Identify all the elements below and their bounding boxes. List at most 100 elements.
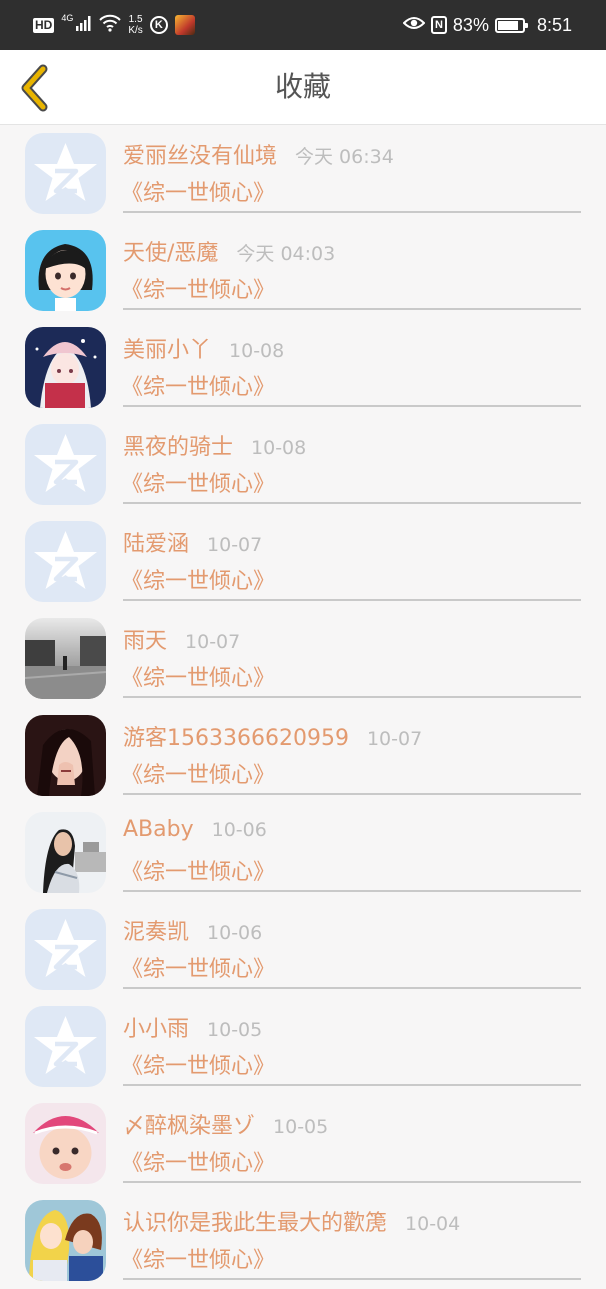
dark-portrait-avatar[interactable] — [25, 715, 106, 796]
user-name-text: 认识你是我此生最大的歡箎 — [123, 1211, 388, 1236]
user-name-text: 黑夜的骑士 — [123, 435, 234, 460]
speed-value: 1.5 — [128, 14, 143, 25]
divider — [123, 502, 581, 504]
default-star-avatar[interactable] — [25, 1006, 106, 1087]
user-name-text: 小小雨 — [123, 1017, 190, 1042]
book-title[interactable]: 《综一世倾心》 — [121, 1048, 275, 1080]
default-star-avatar[interactable] — [25, 909, 106, 990]
list-item[interactable]: 雨天 10-07 《综一世倾心》 — [0, 610, 606, 707]
user-name[interactable]: 爱丽丝没有仙境 今天 06:34 — [123, 138, 394, 170]
timestamp: 10-06 — [211, 819, 267, 841]
list-item[interactable]: 黑夜的骑士 10-08 《综一世倾心》 — [0, 416, 606, 513]
list-item[interactable]: 游客1563366620959 10-07 《综一世倾心》 — [0, 707, 606, 804]
list-item[interactable]: 爱丽丝没有仙境 今天 06:34 《综一世倾心》 — [0, 125, 606, 222]
network-label: 4G — [61, 13, 74, 23]
baby-photo-avatar[interactable] — [25, 1103, 106, 1184]
user-name[interactable]: 游客1563366620959 10-07 — [123, 720, 422, 752]
cartoon-girl-avatar[interactable] — [25, 230, 106, 311]
default-star-avatar[interactable] — [25, 521, 106, 602]
user-name-text: ABaby — [123, 817, 194, 842]
default-star-avatar[interactable] — [25, 424, 106, 505]
timestamp: 10-08 — [229, 340, 285, 362]
user-name[interactable]: 〆醉枫染墨ゾ 10-05 — [123, 1108, 328, 1140]
eye-icon — [402, 15, 426, 36]
user-name[interactable]: 美丽小丫 10-08 — [123, 332, 284, 364]
k-app-icon: K — [149, 16, 168, 34]
timestamp: 10-07 — [185, 631, 241, 653]
list-item[interactable]: 美丽小丫 10-08 《综一世倾心》 — [0, 319, 606, 416]
timestamp: 10-07 — [207, 534, 263, 556]
timestamp: 10-07 — [366, 728, 423, 750]
user-name-text: 泥奏凯 — [123, 920, 190, 945]
divider — [123, 793, 581, 795]
book-title[interactable]: 《综一世倾心》 — [121, 272, 275, 304]
book-title[interactable]: 《综一世倾心》 — [121, 175, 275, 207]
favorites-list: 爱丽丝没有仙境 今天 06:34 《综一世倾心》 天使/恶魔 今天 04:03 《综一世倾… — [0, 125, 606, 1289]
list-item[interactable]: 泥奏凯 10-06 《综一世倾心》 — [0, 901, 606, 998]
nfc-icon: N — [430, 16, 447, 34]
divider — [123, 1084, 581, 1086]
book-title[interactable]: 《综一世倾心》 — [121, 1145, 275, 1177]
user-name-text: 美丽小丫 — [123, 338, 212, 363]
book-title[interactable]: 《综一世倾心》 — [121, 369, 275, 401]
divider — [123, 308, 581, 310]
anime-couple-avatar[interactable] — [25, 1200, 106, 1281]
book-title[interactable]: 《综一世倾心》 — [121, 757, 275, 789]
page-title: 收藏 — [274, 70, 331, 103]
user-name[interactable]: 黑夜的骑士 10-08 — [123, 429, 306, 461]
timestamp: 10-08 — [251, 437, 307, 459]
timestamp: 今天 04:03 — [236, 243, 336, 265]
user-name[interactable]: 天使/恶魔 今天 04:03 — [123, 235, 335, 267]
speed-unit: K/s — [128, 25, 143, 36]
book-title[interactable]: 《综一世倾心》 — [121, 951, 275, 983]
timestamp: 10-05 — [207, 1019, 263, 1041]
user-name[interactable]: 泥奏凯 10-06 — [123, 914, 262, 946]
user-name-text: 〆醉枫染墨ゾ — [123, 1114, 256, 1139]
status-left: HD 4G 1.5 K/s K — [33, 10, 195, 40]
list-item[interactable]: ABaby 10-06 《综一世倾心》 — [0, 804, 606, 901]
user-name-text: 爱丽丝没有仙境 — [123, 144, 278, 169]
list-item[interactable]: 认识你是我此生最大的歡箎 10-04 《综一世倾心》 — [0, 1192, 606, 1289]
timestamp: 10-05 — [273, 1116, 329, 1138]
book-title[interactable]: 《综一世倾心》 — [121, 563, 275, 595]
wifi-icon — [99, 14, 122, 37]
user-name-text: 天使/恶魔 — [123, 241, 219, 266]
divider — [123, 211, 581, 213]
timestamp: 10-06 — [207, 922, 263, 944]
battery-icon — [494, 17, 528, 33]
user-name[interactable]: 认识你是我此生最大的歡箎 10-04 — [123, 1205, 460, 1237]
user-name-text: 游客1563366620959 — [123, 726, 349, 751]
divider — [123, 405, 581, 407]
battery-percent: 83% — [452, 14, 489, 35]
rainy-street-avatar[interactable] — [25, 618, 106, 699]
divider — [123, 1181, 581, 1183]
timestamp: 10-04 — [405, 1213, 461, 1235]
divider — [123, 696, 581, 698]
list-item[interactable]: 小小雨 10-05 《综一世倾心》 — [0, 998, 606, 1095]
status-right: N 83% 8:51 — [402, 10, 572, 40]
user-name[interactable]: 雨天 10-07 — [123, 623, 240, 655]
book-title[interactable]: 《综一世倾心》 — [121, 1242, 275, 1274]
anime-girl-avatar[interactable] — [25, 327, 106, 408]
status-bar: HD 4G 1.5 K/s K N 83% 8:51 — [0, 0, 606, 50]
book-title[interactable]: 《综一世倾心》 — [121, 854, 275, 886]
list-item[interactable]: 〆醉枫染墨ゾ 10-05 《综一世倾心》 — [0, 1095, 606, 1192]
user-name[interactable]: 小小雨 10-05 — [123, 1011, 262, 1043]
user-name[interactable]: ABaby 10-06 — [123, 817, 267, 842]
signal-icon — [76, 15, 92, 36]
default-star-avatar[interactable] — [25, 133, 106, 214]
game-app-icon — [174, 15, 195, 35]
network-speed: 1.5 K/s — [128, 14, 142, 36]
user-name[interactable]: 陆爱涵 10-07 — [123, 526, 262, 558]
divider — [123, 987, 581, 989]
book-title[interactable]: 《综一世倾心》 — [121, 466, 275, 498]
divider — [123, 890, 581, 892]
list-item[interactable]: 天使/恶魔 今天 04:03 《综一世倾心》 — [0, 222, 606, 319]
woman-photo-avatar[interactable] — [25, 812, 106, 893]
list-item[interactable]: 陆爱涵 10-07 《综一世倾心》 — [0, 513, 606, 610]
timestamp: 今天 06:34 — [295, 146, 394, 168]
user-name-text: 雨天 — [123, 629, 168, 654]
hd-badge: HD — [33, 17, 55, 33]
book-title[interactable]: 《综一世倾心》 — [121, 660, 275, 692]
user-name-text: 陆爱涵 — [123, 532, 190, 557]
